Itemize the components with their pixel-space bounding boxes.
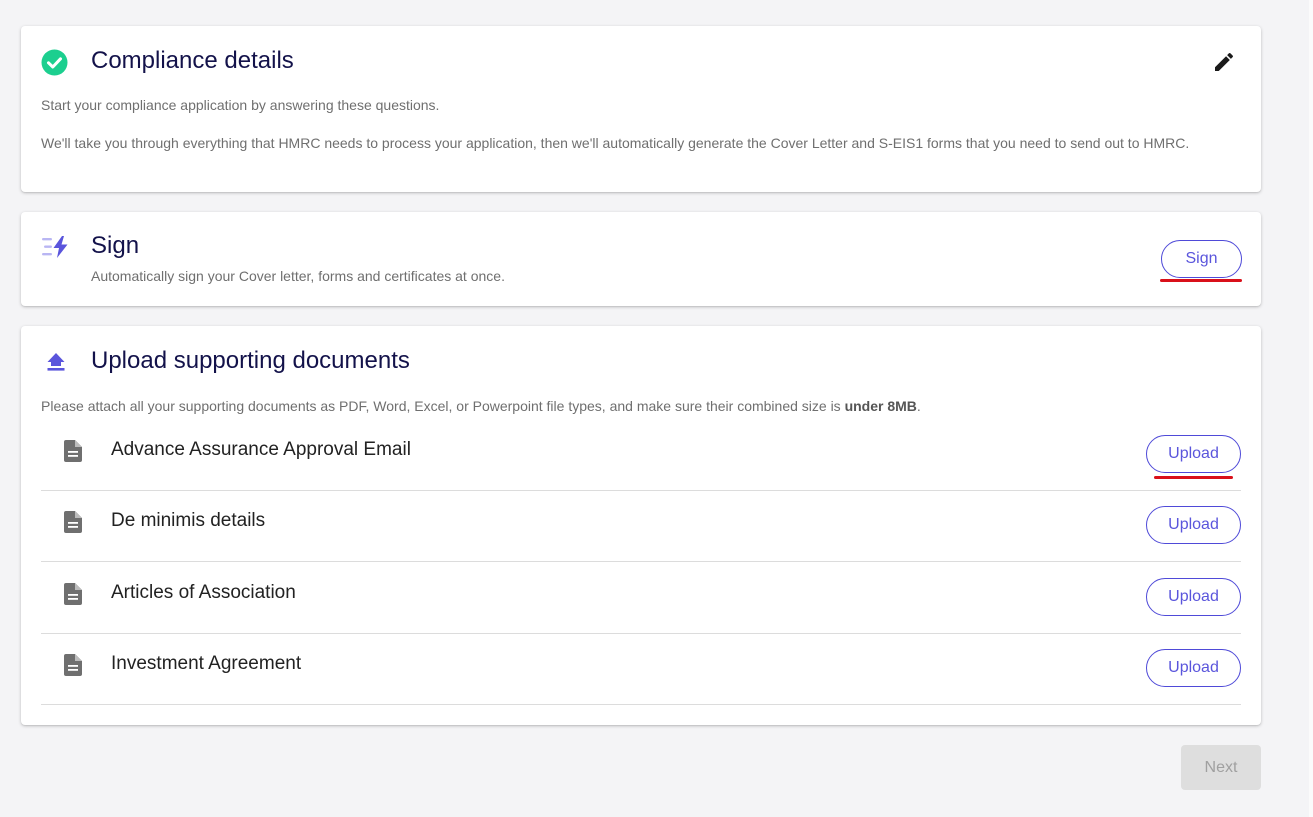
document-icon xyxy=(64,440,82,462)
list-item: Articles of Association Upload xyxy=(41,563,1241,634)
document-label: Advance Assurance Approval Email xyxy=(111,439,411,460)
next-button[interactable]: Next xyxy=(1181,745,1261,790)
upload-description-text: Please attach all your supporting docume… xyxy=(41,398,845,414)
sign-button[interactable]: Sign xyxy=(1161,240,1242,278)
red-underline-annotation xyxy=(1154,476,1233,479)
upload-icon xyxy=(45,350,67,372)
red-underline-annotation xyxy=(1160,279,1242,282)
upload-size-limit: under 8MB xyxy=(844,398,917,414)
sign-description: Automatically sign your Cover letter, fo… xyxy=(91,268,505,284)
document-icon xyxy=(64,583,82,605)
pencil-icon[interactable] xyxy=(1212,50,1236,74)
document-label: De minimis details xyxy=(111,510,266,531)
compliance-intro: Start your compliance application by ans… xyxy=(41,97,440,113)
list-item: De minimis details Upload xyxy=(41,491,1241,562)
compliance-title: Compliance details xyxy=(91,47,294,74)
list-item: Investment Agreement Upload xyxy=(41,634,1241,705)
sign-card: Sign Automatically sign your Cover lette… xyxy=(21,212,1261,306)
upload-button[interactable]: Upload xyxy=(1146,578,1241,616)
scrollbar-track xyxy=(1309,0,1313,817)
document-icon xyxy=(64,511,82,533)
upload-button[interactable]: Upload xyxy=(1146,506,1241,544)
upload-button[interactable]: Upload xyxy=(1146,649,1241,687)
upload-description: Please attach all your supporting docume… xyxy=(41,396,921,416)
document-label: Investment Agreement xyxy=(111,653,302,674)
upload-description-end: . xyxy=(916,398,921,414)
sign-title: Sign xyxy=(91,232,140,259)
document-icon xyxy=(64,654,82,676)
fast-sign-icon xyxy=(41,235,71,259)
document-label: Articles of Association xyxy=(111,582,296,603)
upload-title: Upload supporting documents xyxy=(91,347,410,374)
compliance-description: We'll take you through everything that H… xyxy=(41,135,1190,151)
upload-button[interactable]: Upload xyxy=(1146,435,1241,473)
check-circle-icon xyxy=(41,49,68,76)
list-item: Advance Assurance Approval Email Upload xyxy=(41,420,1241,491)
compliance-card: Compliance details Start your compliance… xyxy=(21,26,1261,192)
upload-card: Upload supporting documents Please attac… xyxy=(21,326,1261,725)
